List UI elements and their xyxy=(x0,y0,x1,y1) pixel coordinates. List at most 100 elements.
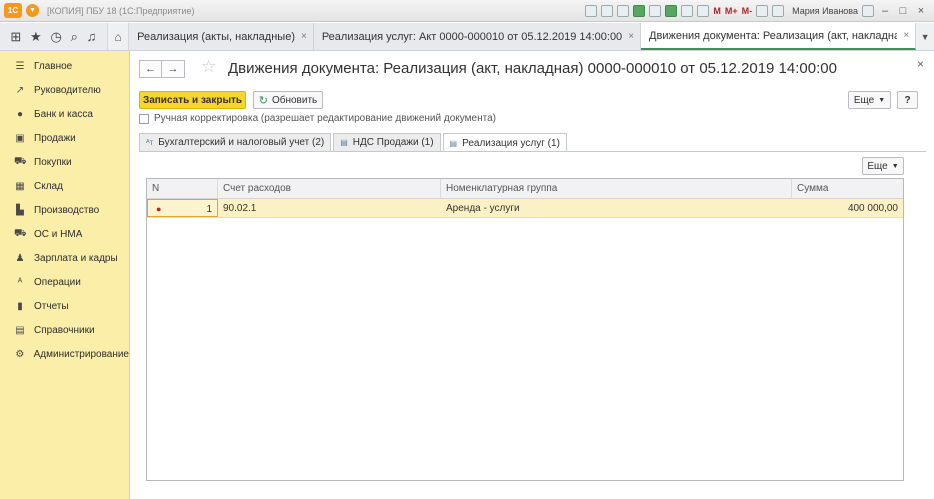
sidebar-item-main[interactable]: ☰ Главное xyxy=(0,54,129,78)
tab-label: Движения документа: Реализация (акт, нак… xyxy=(649,29,897,42)
operations-icon: ᴬ xyxy=(17,276,23,288)
sidebar-item-operations[interactable]: ᴬ Операции xyxy=(0,270,129,294)
movement-tabs: ᴬᴛ Бухгалтерский и налоговый учет (2) ▤ НД… xyxy=(139,133,569,152)
sidebar-item-label: ОС и НМА xyxy=(34,228,83,240)
home-icon[interactable]: ⌂ xyxy=(108,23,130,50)
main-menu-button[interactable]: ▼ xyxy=(26,4,39,17)
row-number-cell[interactable]: ● 1 xyxy=(147,199,218,217)
memory-minus-button[interactable]: M- xyxy=(742,6,753,16)
save-and-close-button[interactable]: Записать и закрыть xyxy=(139,91,246,109)
close-window-button[interactable]: × xyxy=(914,5,928,17)
tab-sales-list[interactable]: Реализация (акты, накладные) × xyxy=(129,23,314,50)
tab-divider xyxy=(139,151,926,152)
sidebar-item-warehouse[interactable]: ▦ Склад xyxy=(0,174,129,198)
column-header[interactable]: Счет расходов xyxy=(218,179,441,198)
table-row[interactable]: ● 1 90.02.1 Аренда - услуги 400 000,00 xyxy=(147,199,903,218)
tab-sales-act[interactable]: Реализация услуг: Акт 0000-000010 от 05.… xyxy=(313,23,642,50)
history-icon[interactable]: ◷ xyxy=(50,29,61,45)
maximize-button[interactable]: □ xyxy=(896,5,910,17)
sidebar-item-label: Главное xyxy=(34,60,73,72)
truck-icon: ⛟ xyxy=(14,227,27,239)
save-icon[interactable] xyxy=(585,5,598,17)
memory-plus-button[interactable]: M+ xyxy=(725,6,738,16)
tab-services-sales[interactable]: ▤ Реализация услуг (1) xyxy=(442,133,567,152)
tab-vat-sales[interactable]: ▤ НДС Продажи (1) xyxy=(333,133,441,151)
more-label: Еще xyxy=(867,160,888,172)
manual-correction-row[interactable]: Ручная корректировка (разрешает редактир… xyxy=(139,113,496,124)
notifications-icon[interactable] xyxy=(862,5,874,17)
refresh-button[interactable]: ↻ Обновить xyxy=(253,91,323,109)
arrow-right-icon: → xyxy=(167,63,179,75)
cart-icon: ⛟ xyxy=(14,155,27,167)
refresh-icon: ↻ xyxy=(258,94,268,107)
preview-icon[interactable] xyxy=(617,5,630,17)
manual-correction-label: Ручная корректировка (разрешает редактир… xyxy=(154,113,496,124)
calculator-icon[interactable] xyxy=(697,5,710,17)
column-header[interactable]: N xyxy=(147,179,218,198)
account-cell[interactable]: 90.02.1 xyxy=(218,199,441,217)
sidebar-item-purchases[interactable]: ⛟ Покупки xyxy=(0,150,129,174)
print-icon[interactable] xyxy=(601,5,614,17)
forward-button[interactable]: → xyxy=(162,60,185,78)
apps-grid-icon[interactable]: ⊞ xyxy=(10,29,21,45)
sidebar-item-bank[interactable]: ● Банк и касса xyxy=(0,102,129,126)
sidebar-item-admin[interactable]: ⚙ Администрирование xyxy=(0,342,129,366)
more-label: Еще xyxy=(853,94,875,106)
trend-icon: ↗ xyxy=(15,84,25,96)
search-icon[interactable]: ⌕ xyxy=(71,29,78,45)
sidebar-item-label: Операции xyxy=(34,276,81,288)
sidebar-item-management[interactable]: ↗ Руководителю xyxy=(0,78,129,102)
group-cell[interactable]: Аренда - услуги xyxy=(441,199,792,217)
sidebar-item-catalogs[interactable]: ▤ Справочники xyxy=(0,318,129,342)
person-icon: ♟ xyxy=(15,252,25,264)
manual-correction-checkbox[interactable] xyxy=(139,113,149,124)
tab-accounting[interactable]: ᴬᴛ Бухгалтерский и налоговый учет (2) xyxy=(139,133,332,151)
subtab-label: НДС Продажи (1) xyxy=(352,137,434,148)
column-header[interactable]: Номенклатурная группа xyxy=(441,179,792,198)
more-button[interactable]: Еще ▼ xyxy=(848,91,891,109)
minimize-button[interactable]: – xyxy=(878,5,892,17)
movements-table[interactable]: N Счет расходов Номенклатурная группа Су… xyxy=(146,178,904,481)
favorites-icon[interactable]: ★ xyxy=(30,29,42,45)
favorite-star-icon[interactable]: ☆ xyxy=(201,57,216,77)
column-header[interactable]: Сумма xyxy=(792,179,903,198)
tab-row: ⊞ ★ ◷ ⌕ ♫ ⌂ Реализация (акты, накладные)… xyxy=(0,23,934,51)
sidebar-item-label: Руководителю xyxy=(34,84,101,96)
sidebar-item-salary[interactable]: ♟ Зарплата и кадры xyxy=(0,246,129,270)
sidebar-item-label: Администрирование xyxy=(33,348,129,360)
back-button[interactable]: ← xyxy=(139,60,162,78)
tabs-dropdown-icon[interactable]: ▼ xyxy=(916,23,934,50)
accounting-icon: ᴬᴛ xyxy=(146,138,154,147)
sum-cell[interactable]: 400 000,00 xyxy=(792,199,903,217)
chevron-down-icon: ▼ xyxy=(878,96,886,104)
close-tab-icon[interactable]: × xyxy=(301,31,307,42)
sidebar-item-label: Справочники xyxy=(34,324,95,336)
memory-button[interactable]: M xyxy=(713,6,721,16)
calendar-icon[interactable] xyxy=(681,5,694,17)
info-icon[interactable] xyxy=(772,5,785,17)
reports-icon: ▮ xyxy=(17,300,23,312)
close-icon[interactable]: × xyxy=(917,57,924,71)
active-row-icon: ● xyxy=(156,204,162,214)
tab-document-movements[interactable]: Движения документа: Реализация (акт, нак… xyxy=(641,23,917,50)
row-number: 1 xyxy=(206,204,212,215)
close-tab-icon[interactable]: × xyxy=(903,30,909,41)
toolbar-group: ⊞ ★ ◷ ⌕ ♫ xyxy=(0,23,108,50)
refresh-label: Обновить xyxy=(271,94,318,106)
table-more-button[interactable]: Еще ▼ xyxy=(862,157,904,175)
spreadsheet-icon[interactable] xyxy=(665,5,678,17)
user-name[interactable]: Мария Иванова xyxy=(792,6,858,16)
tab-label: Реализация услуг: Акт 0000-000010 от 05.… xyxy=(321,30,623,43)
upload-icon[interactable] xyxy=(633,5,646,17)
zoom-icon[interactable] xyxy=(756,5,769,17)
factory-icon: ▙ xyxy=(16,204,24,216)
sidebar-item-reports[interactable]: ▮ Отчеты xyxy=(0,294,129,318)
sidebar-item-label: Отчеты xyxy=(34,300,69,312)
bell-icon[interactable]: ♫ xyxy=(87,29,97,44)
sidebar-item-assets[interactable]: ⛟ ОС и НМА xyxy=(0,222,129,246)
close-tab-icon[interactable]: × xyxy=(628,31,634,42)
help-button[interactable]: ? xyxy=(897,91,918,109)
sidebar-item-production[interactable]: ▙ Производство xyxy=(0,198,129,222)
mail-icon[interactable] xyxy=(649,5,662,17)
sidebar-item-sales[interactable]: ▣ Продажи xyxy=(0,126,129,150)
